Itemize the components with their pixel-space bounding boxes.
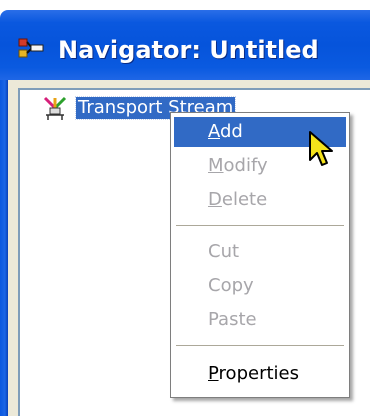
menu-item-copy[interactable]: Copy [174, 271, 346, 301]
menu-item-add-label: dd [220, 121, 243, 142]
window-frame-left [0, 80, 8, 416]
navigator-icon [18, 38, 44, 58]
menu-item-add-mnemonic: A [208, 121, 220, 142]
menu-item-properties[interactable]: Properties [174, 359, 346, 389]
window-title: Navigator: Untitled [58, 36, 319, 64]
transport-stream-icon [43, 96, 67, 120]
menu-item-properties-mnemonic: P [208, 363, 219, 384]
menu-separator [176, 345, 344, 346]
menu-item-delete-mnemonic: D [208, 189, 222, 210]
menu-item-delete-label: elete [221, 189, 268, 210]
menu-item-delete[interactable]: Delete [174, 185, 346, 215]
title-bar[interactable]: Navigator: Untitled [0, 10, 370, 80]
arrow-cursor-icon [309, 131, 333, 166]
menu-item-cut[interactable]: Cut [174, 237, 346, 267]
menu-item-properties-label: roperties [218, 363, 299, 384]
menu-separator [176, 225, 344, 226]
menu-item-modify-mnemonic: M [208, 155, 224, 176]
menu-item-modify-label: odify [223, 155, 268, 176]
navigator-window: Navigator: Untitled Transport Stream Add… [0, 0, 370, 416]
menu-item-paste[interactable]: Paste [174, 305, 346, 335]
